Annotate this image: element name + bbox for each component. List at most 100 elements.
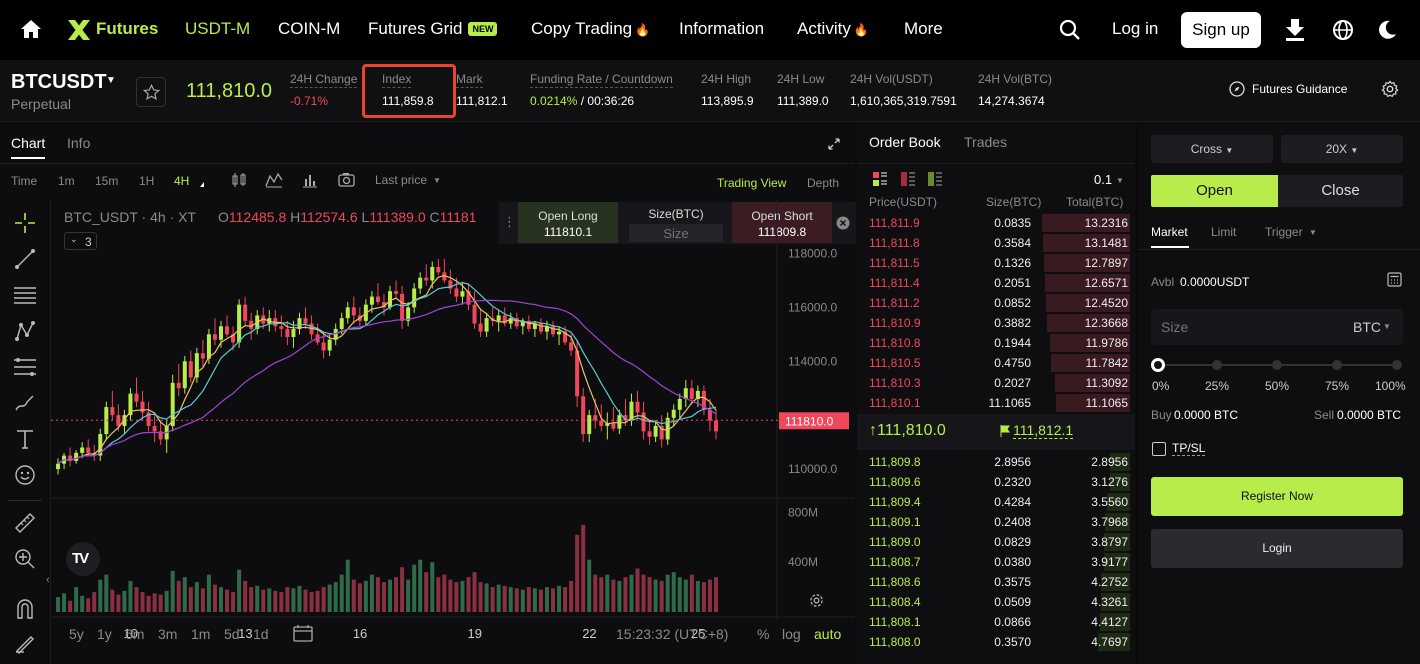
chart-clock[interactable]: 15:23:32 (UTC+8) [616,626,728,642]
calculator-icon[interactable] [1387,272,1402,287]
order-type-limit[interactable]: Limit [1211,225,1236,239]
range-5d[interactable]: 5d [224,626,240,642]
scale-percent[interactable]: % [757,626,769,642]
indicators-icon[interactable] [265,171,283,188]
ask-row[interactable]: 111,811.4 0.2051 12.6571 [857,273,1135,293]
bid-row[interactable]: 111,809.6 0.2320 3.1276 [857,472,1135,492]
range-1y[interactable]: 1y [97,626,112,642]
ask-row[interactable]: 111,811.9 0.0835 13.2316 [857,213,1135,233]
slider-stop-100[interactable] [1392,360,1402,370]
ruler-icon[interactable] [14,512,36,534]
download-icon[interactable] [1284,18,1306,42]
view-depth[interactable]: Depth [807,176,839,190]
size-input[interactable] [1161,317,1311,337]
emoji-icon[interactable] [14,464,36,486]
crosshair-icon[interactable] [14,212,36,234]
chart-settings-gear-icon[interactable] [809,593,824,608]
zoom-in-icon[interactable] [14,548,36,570]
brush-icon[interactable] [14,392,36,414]
interval-time[interactable]: Time [11,174,37,188]
range-6m[interactable]: 6m [125,626,144,642]
nav-coin-m[interactable]: COIN-M [278,19,340,39]
interval-1m[interactable]: 1m [58,174,75,188]
nav-activity[interactable]: Activity 🔥 [797,19,869,39]
xt-logo-icon[interactable] [66,18,92,42]
scale-log[interactable]: log [782,626,801,642]
calendar-range-icon[interactable] [293,624,313,642]
bid-row[interactable]: 111,809.4 0.4284 3.5560 [857,492,1135,512]
slider-stop-25[interactable] [1212,360,1222,370]
price-chart[interactable]: 118000.0 116000.0 114000.0 110000.0 111810.0… [51,200,855,664]
favorite-button[interactable] [136,77,166,107]
bid-row[interactable]: 111,809.1 0.2408 3.7968 [857,512,1135,532]
open-tab-button[interactable]: Open [1151,175,1278,207]
tpsl-label[interactable]: TP/SL [1172,441,1206,456]
ask-row[interactable]: 111,810.8 0.1944 11.9786 [857,333,1135,353]
close-tab-button[interactable]: Close [1278,175,1403,207]
bar-chart-icon[interactable] [302,172,318,188]
search-icon[interactable] [1059,19,1081,41]
chevron-down-icon[interactable]: ▼ [106,75,116,86]
range-1m[interactable]: 1m [191,626,210,642]
tab-order-book[interactable]: Order Book [869,134,941,150]
ask-row[interactable]: 111,810.5 0.4750 11.7842 [857,353,1135,373]
bid-row[interactable]: 111,808.1 0.0866 4.4127 [857,612,1135,632]
logo-text[interactable]: Futures [96,19,158,39]
ask-row[interactable]: 111,811.5 0.1326 12.7897 [857,253,1135,273]
view-trading-view[interactable]: Trading View [717,176,786,190]
slider-knob[interactable] [1151,358,1165,372]
nav-futures-grid[interactable]: Futures Grid NEW [368,19,498,39]
fib-tool-icon[interactable] [13,356,37,378]
candle-type-icon[interactable] [231,172,247,188]
home-icon[interactable] [20,18,42,40]
bid-row[interactable]: 111,808.0 0.3570 4.7697 [857,632,1135,652]
ask-row[interactable]: 111,810.9 0.3882 12.3668 [857,313,1135,333]
slider-stop-75[interactable] [1332,360,1342,370]
size-slider[interactable]: 0% 25% 50% 75% 100% [1151,356,1407,396]
interval-1h[interactable]: 1H [139,174,154,188]
bid-row[interactable]: 111,809.0 0.0829 3.8797 [857,532,1135,552]
precision-select[interactable]: 0.1 [1094,172,1112,187]
login-button[interactable]: Login [1151,529,1403,568]
globe-icon[interactable] [1332,19,1354,41]
lock-drawing-icon[interactable] [14,632,36,654]
ask-row[interactable]: 111,811.2 0.0852 12.4520 [857,293,1135,313]
interval-4h[interactable]: 4H [174,174,189,188]
signup-button[interactable]: Sign up [1181,12,1261,48]
tpsl-checkbox[interactable] [1152,442,1166,456]
text-tool-icon[interactable] [15,428,35,450]
fullscreen-icon[interactable] [828,138,840,150]
bid-row[interactable]: 111,809.8 2.8956 2.8956 [857,452,1135,472]
bid-row[interactable]: 111,808.4 0.0509 4.3261 [857,592,1135,612]
ask-row[interactable]: 111,810.3 0.2027 11.3092 [857,373,1135,393]
nav-more[interactable]: More [904,19,943,39]
order-type-market[interactable]: Market [1151,225,1188,239]
tab-info[interactable]: Info [67,135,90,151]
range-5y[interactable]: 5y [69,626,84,642]
range-3m[interactable]: 3m [158,626,177,642]
ask-row[interactable]: 111,810.1 11.1065 11.1065 [857,393,1135,413]
pattern-icon[interactable] [14,320,36,342]
leverage-select[interactable]: 20X ▼ [1281,135,1403,163]
nav-usdt-m[interactable]: USDT-M [185,19,250,39]
interval-15m[interactable]: 15m [95,174,118,188]
price-type-select[interactable]: Last price [375,173,427,187]
ask-row[interactable]: 111,811.8 0.3584 13.1481 [857,233,1135,253]
login-link[interactable]: Log in [1112,19,1158,39]
margin-mode-select[interactable]: Cross ▼ [1151,135,1273,163]
symbol-name[interactable]: BTCUSDT [11,71,107,94]
size-unit-select[interactable]: BTC [1353,319,1381,335]
magnet-icon[interactable] [15,598,35,620]
slider-stop-50[interactable] [1272,360,1282,370]
register-now-button[interactable]: Register Now [1151,477,1403,516]
scale-auto[interactable]: auto [814,626,841,642]
nav-copy-trading[interactable]: Copy Trading 🔥 [531,19,650,39]
view-bids-icon[interactable] [928,172,942,186]
horizontal-lines-icon[interactable] [13,284,37,306]
dark-mode-moon-icon[interactable] [1376,19,1398,41]
tab-trades[interactable]: Trades [964,134,1007,150]
nav-information[interactable]: Information [679,19,764,39]
camera-icon[interactable] [338,172,355,187]
bid-row[interactable]: 111,808.6 0.3575 4.2752 [857,572,1135,592]
trend-line-icon[interactable] [14,248,36,270]
